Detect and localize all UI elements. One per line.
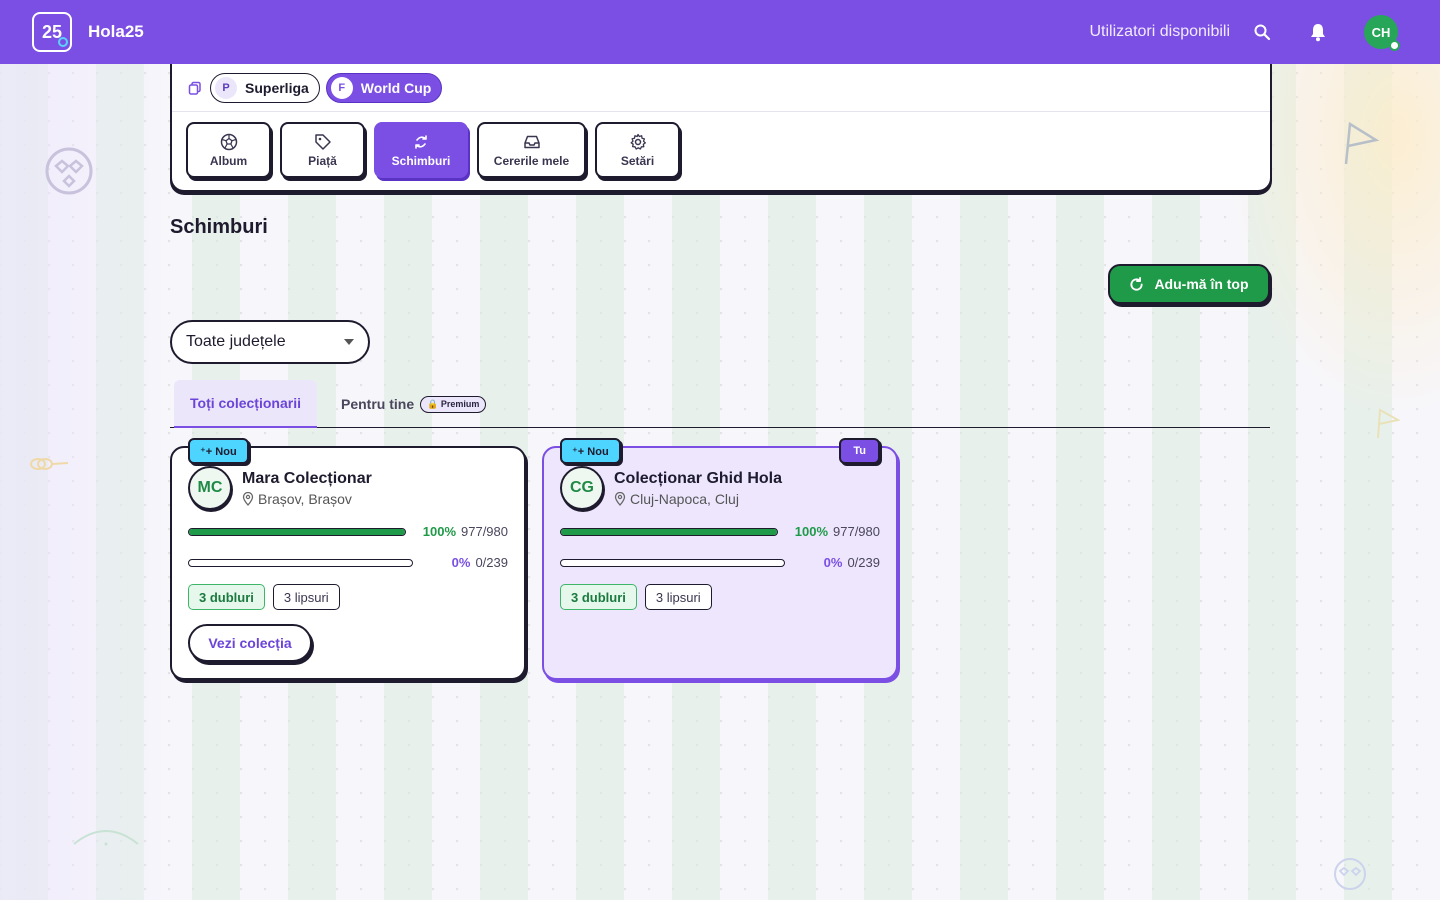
- chevron-down-icon: [344, 339, 354, 345]
- album-progress-fill: [189, 528, 405, 535]
- collector-card-you: ⁺+ Nou Tu CG Colecționar Ghid Hola Cluj-…: [542, 438, 898, 680]
- collector-location: Cluj-Napoca, Cluj: [614, 491, 782, 507]
- location-pin-icon: [242, 491, 254, 506]
- stats-chips: 3 dubluri 3 lipsuri: [188, 584, 348, 610]
- league-label: World Cup: [360, 79, 432, 96]
- tab-label: Pentru tine: [340, 396, 415, 412]
- exchange-icon: [415, 134, 427, 149]
- refresh-icon: [1130, 276, 1144, 291]
- album-progress-fill: [561, 528, 777, 535]
- top-bar: 25 Hola25 Utilizatori disponibili CH: [0, 0, 1440, 64]
- album-count: 977/980: [461, 524, 508, 539]
- collector-info: CG Colecționar Ghid Hola Cluj-Napoca, Cl…: [560, 466, 782, 510]
- tab-label: Album: [209, 153, 248, 168]
- page-title: Schimburi: [170, 216, 268, 238]
- soccer-ball-decoration-icon: [45, 147, 93, 195]
- album-count: 977/980: [833, 524, 880, 539]
- online-status-icon: [1389, 40, 1400, 51]
- arc-decoration-icon: [73, 830, 139, 846]
- collector-card: ⁺+ Nou MC Mara Colecționar Brașov, Brașo…: [170, 438, 526, 680]
- tab-label: Toți colecționarii: [190, 395, 301, 411]
- collector-avatar: MC: [188, 466, 232, 510]
- tab-all-collectors[interactable]: Toți colecționarii: [174, 380, 317, 428]
- tab-label: Cererile mele: [493, 153, 570, 168]
- new-badge: ⁺+ Nou: [560, 438, 621, 464]
- collector-name: Mara Colecționar: [242, 469, 372, 487]
- tab-piata[interactable]: Piață: [280, 122, 365, 178]
- special-percent: 0%: [823, 555, 843, 570]
- gear-icon: [630, 133, 646, 150]
- tab-label: Piață: [308, 153, 337, 168]
- tab-for-you[interactable]: Pentru tine 🔒 Premium: [325, 380, 502, 428]
- league-selector: P Superliga F World Cup: [172, 64, 1270, 112]
- county-select-value: Toate județele: [186, 333, 286, 350]
- search-icon[interactable]: [1252, 22, 1272, 42]
- tab-label: Setări: [620, 153, 655, 168]
- collector-filter-tabs: Toți colecționarii Pentru tine 🔒 Premium: [170, 380, 1270, 428]
- album-percent: 100%: [794, 524, 828, 539]
- location-pin-icon: [614, 491, 626, 506]
- soccer-ball-icon: [220, 133, 237, 150]
- collector-info: MC Mara Colecționar Brașov, Brașov: [188, 466, 372, 510]
- premium-badge: 🔒 Premium: [420, 395, 487, 413]
- tab-schimburi[interactable]: Schimburi: [374, 122, 468, 178]
- user-avatar[interactable]: CH: [1364, 15, 1400, 51]
- album-percent: 100%: [422, 524, 456, 539]
- location-text: Brașov, Brașov: [258, 490, 352, 507]
- user-initials: CH: [1371, 24, 1391, 40]
- copy-icon[interactable]: [188, 81, 202, 95]
- flag-decoration-icon: [1344, 121, 1380, 165]
- you-badge: Tu: [839, 438, 880, 464]
- duplicates-chip[interactable]: 3 dubluri: [188, 584, 265, 610]
- available-users-link[interactable]: Utilizatori disponibili: [1090, 23, 1231, 41]
- app-logo[interactable]: 25: [32, 12, 72, 52]
- league-pill-superliga[interactable]: P Superliga: [210, 72, 320, 103]
- collector-name: Colecționar Ghid Hola: [614, 469, 783, 487]
- missing-chip[interactable]: 3 lipsuri: [272, 584, 340, 610]
- album-progress: 100% 977/980: [188, 524, 508, 539]
- tab-label: Schimburi: [391, 153, 451, 168]
- boost-to-top-button[interactable]: Adu-mă în top: [1108, 264, 1270, 304]
- missing-chip[interactable]: 3 lipsuri: [644, 584, 712, 610]
- boost-to-top-label: Adu-mă în top: [1154, 276, 1249, 292]
- duplicates-chip[interactable]: 3 dubluri: [560, 584, 637, 610]
- logo-dot-icon: [58, 37, 68, 47]
- whistle-decoration-icon: [30, 458, 69, 470]
- tab-album[interactable]: Album: [186, 122, 271, 178]
- league-badge: F: [330, 76, 353, 99]
- special-progress: 0% 0/239: [188, 555, 508, 570]
- collector-avatar: CG: [560, 466, 604, 510]
- league-pill-world-cup[interactable]: F World Cup: [325, 72, 443, 103]
- album-progress-bar: [560, 527, 778, 536]
- special-progress-bar: [188, 558, 413, 567]
- inbox-icon: [523, 135, 540, 148]
- album-progress: 100% 977/980: [560, 524, 880, 539]
- tab-setari[interactable]: Setări: [595, 122, 680, 178]
- new-badge: ⁺+ Nou: [188, 438, 249, 464]
- brand-name[interactable]: Hola25: [88, 22, 144, 42]
- county-select[interactable]: Toate județele: [170, 320, 370, 364]
- league-badge: P: [215, 76, 237, 99]
- special-percent: 0%: [451, 555, 471, 570]
- collector-location: Brașov, Brașov: [242, 491, 372, 507]
- special-progress-bar: [560, 558, 785, 567]
- top-bar-actions: Utilizatori disponibili CH: [1090, 15, 1409, 51]
- view-collection-button[interactable]: Vezi colecția: [188, 624, 312, 662]
- navigation-card: P Superliga F World Cup Album Piață Schi…: [170, 64, 1272, 192]
- section-tabs: Album Piață Schimburi Cererile mele Setă…: [172, 112, 1270, 178]
- league-label: Superliga: [245, 79, 309, 96]
- tag-icon: [314, 133, 331, 150]
- tab-cererile-mele[interactable]: Cererile mele: [477, 122, 586, 178]
- ball-corner-decoration-icon: [1334, 858, 1366, 890]
- special-progress: 0% 0/239: [560, 555, 880, 570]
- special-count: 0/239: [847, 555, 880, 570]
- location-text: Cluj-Napoca, Cluj: [630, 490, 739, 507]
- album-progress-bar: [188, 527, 406, 536]
- bell-icon[interactable]: [1308, 22, 1328, 42]
- stats-chips: 3 dubluri 3 lipsuri: [560, 584, 720, 610]
- special-count: 0/239: [475, 555, 508, 570]
- flag-small-decoration-icon: [1377, 408, 1400, 439]
